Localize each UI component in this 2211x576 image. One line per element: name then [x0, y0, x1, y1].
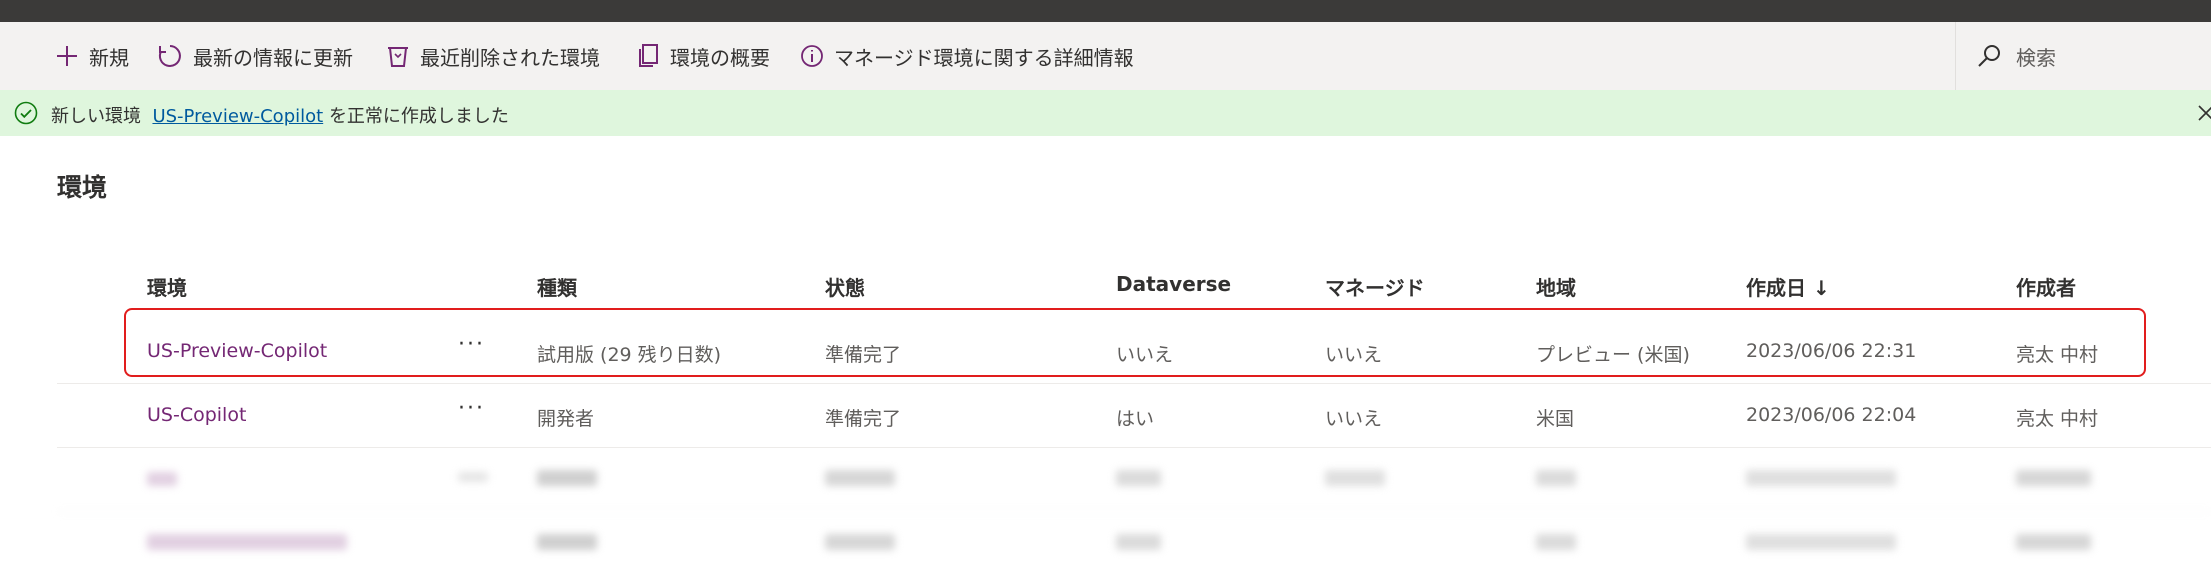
refresh-button[interactable]: 最新の情報に更新: [157, 22, 353, 90]
recently-deleted-label: 最近削除された環境: [420, 45, 600, 70]
blurred-cell: [1116, 470, 1161, 486]
blurred-cell: [537, 534, 597, 550]
success-check-icon: [14, 101, 38, 125]
environment-creator: 亮太 中村: [2016, 408, 2099, 430]
environment-name-link[interactable]: US-Copilot: [147, 404, 246, 426]
documents-icon: [639, 44, 658, 67]
column-header-creator[interactable]: 作成者: [2016, 272, 2076, 301]
recycle-bin-icon: [388, 47, 408, 67]
search-box[interactable]: 検索: [1955, 22, 2211, 90]
blurred-cell: [825, 470, 895, 486]
info-icon: [801, 45, 823, 67]
recently-deleted-button[interactable]: 最近削除された環境: [386, 22, 600, 90]
environment-overview-button[interactable]: 環境の概要: [636, 22, 770, 90]
blurred-cell: [1116, 534, 1161, 550]
close-icon[interactable]: [2196, 103, 2211, 123]
table-row[interactable]: US-Copilot ··· 開発者 準備完了 はい いいえ 米国 2023/0…: [0, 384, 2211, 448]
new-button[interactable]: 新規: [55, 22, 129, 90]
blurred-cell: [147, 534, 347, 550]
environment-type: 開発者: [537, 408, 595, 430]
selected-row-highlight: [124, 308, 2146, 377]
banner-message: 新しい環境 US-Preview-Copilot を正常に作成しました: [51, 102, 509, 128]
blurred-cell: [825, 534, 895, 550]
blurred-cell: [2016, 534, 2091, 550]
environment-region: 米国: [1536, 408, 1575, 430]
refresh-icon: [158, 45, 181, 67]
blurred-cell: [147, 472, 177, 486]
column-header-region[interactable]: 地域: [1536, 272, 1576, 301]
column-header-dataverse[interactable]: Dataverse: [1116, 272, 1231, 296]
refresh-label: 最新の情報に更新: [193, 45, 353, 70]
blurred-cell: [1325, 470, 1385, 486]
app-top-bar: [0, 0, 2211, 22]
blurred-cell: [537, 470, 597, 486]
search-icon: [1978, 45, 2000, 67]
blurred-cell: [1536, 470, 1576, 486]
blurred-cell: [2016, 470, 2091, 486]
page-title: 環境: [57, 173, 108, 202]
environment-dataverse: はい: [1116, 408, 1155, 430]
success-banner: 新しい環境 US-Preview-Copilot を正常に作成しました: [0, 90, 2211, 136]
environment-created: 2023/06/06 22:04: [1746, 404, 1917, 426]
plus-icon: [57, 46, 77, 66]
new-label: 新規: [89, 45, 129, 70]
environment-managed: いいえ: [1325, 408, 1383, 430]
banner-suffix: を正常に作成しました: [328, 106, 509, 127]
banner-environment-link[interactable]: US-Preview-Copilot: [152, 106, 323, 127]
column-header-managed[interactable]: マネージド: [1325, 272, 1425, 301]
managed-environment-info-label: マネージド環境に関する詳細情報: [834, 45, 1134, 70]
column-header-created[interactable]: 作成日 ↓: [1746, 272, 1830, 301]
blurred-cell: [1746, 470, 1896, 486]
managed-environment-info-button[interactable]: マネージド環境に関する詳細情報: [800, 22, 1134, 90]
command-bar: 新規 最新の情報に更新 最近削除された環境 環境の概要 マネージド環境に関する詳…: [0, 22, 2211, 90]
column-header-state[interactable]: 状態: [825, 272, 865, 301]
blurred-cell: [1746, 534, 1896, 550]
more-actions-button[interactable]: ···: [458, 396, 485, 421]
table-row-blurred: [0, 448, 2211, 512]
column-header-environment[interactable]: 環境: [147, 272, 187, 301]
search-placeholder[interactable]: 検索: [2016, 42, 2056, 71]
table-row-blurred: [0, 512, 2211, 576]
column-header-type[interactable]: 種類: [537, 272, 577, 301]
banner-prefix: 新しい環境: [51, 106, 141, 127]
blurred-cell: [458, 472, 488, 482]
environment-overview-label: 環境の概要: [670, 45, 770, 70]
environment-state: 準備完了: [825, 408, 902, 430]
blurred-cell: [1536, 534, 1576, 550]
